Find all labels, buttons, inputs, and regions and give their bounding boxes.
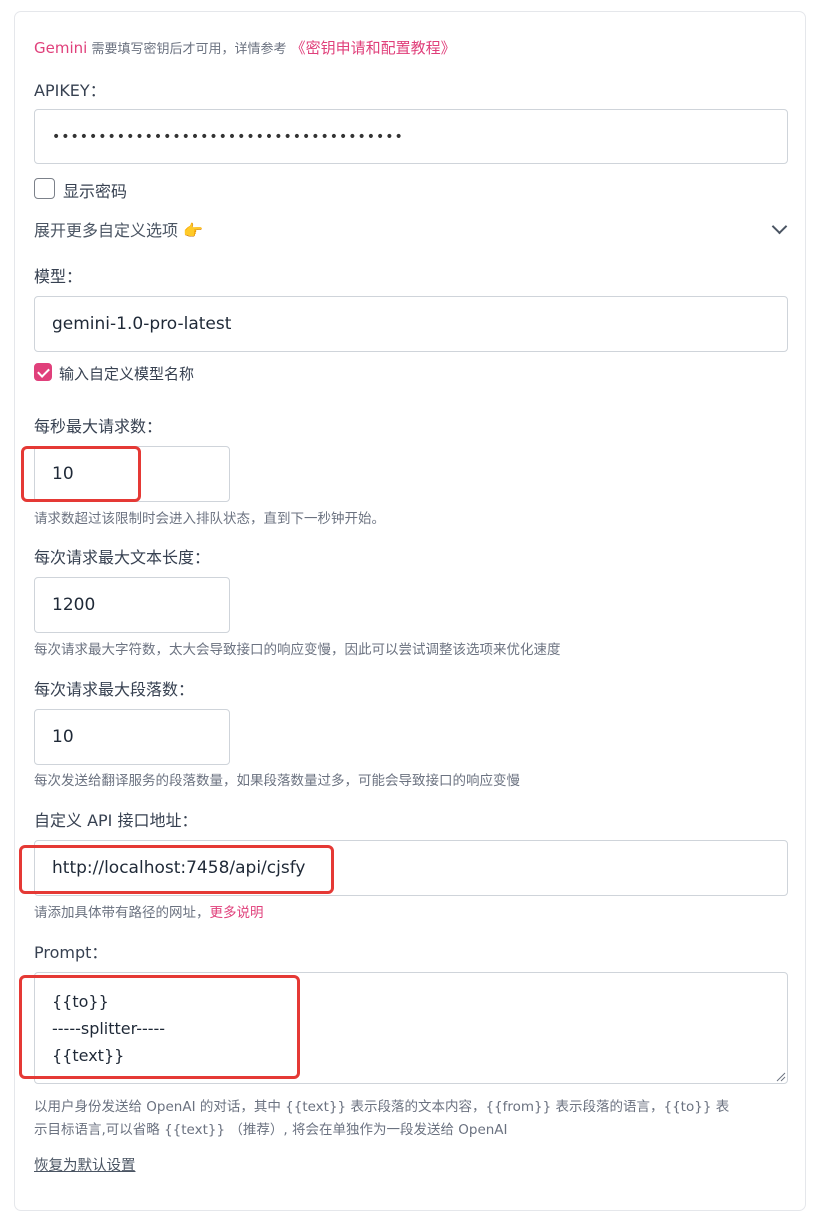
- max-text-length-input[interactable]: [34, 577, 230, 633]
- intro-message: 需要填写密钥后才可用，详情参考: [87, 42, 291, 57]
- max-text-length-label: 每次请求最大文本长度：: [34, 548, 211, 567]
- annotation-box-rps: [21, 446, 141, 502]
- intro-text: Gemini 需要填写密钥后才可用，详情参考 《密钥申请和配置教程》: [34, 37, 456, 58]
- api-url-help-text: 请添加具体带有路径的网址，: [34, 905, 210, 921]
- max-paragraphs-label: 每次请求最大段落数：: [34, 680, 195, 699]
- prompt-help: 以用户身份发送给 OpenAI 的对话，其中 {{text}} 表示段落的文本内…: [34, 1096, 729, 1142]
- more-info-link[interactable]: 更多说明: [210, 905, 264, 921]
- custom-model-checkbox[interactable]: [34, 363, 52, 381]
- prompt-help-line-1: 以用户身份发送给 OpenAI 的对话，其中 {{text}} 表示段落的文本内…: [34, 1099, 730, 1115]
- api-url-help: 请添加具体带有路径的网址，更多说明: [34, 901, 264, 921]
- max-text-length-help: 每次请求最大字符数，太大会导致接口的响应变慢，因此可以尝试调整该选项来优化速度: [34, 642, 561, 658]
- max-paragraphs-input[interactable]: [34, 709, 230, 765]
- model-label: 模型：: [34, 267, 83, 286]
- expand-options-toggle[interactable]: 展开更多自定义选项 👉: [34, 217, 203, 241]
- tutorial-link[interactable]: 《密钥申请和配置教程》: [291, 39, 456, 57]
- max-paragraphs-help: 每次发送给翻译服务的段落数量，如果段落数量过多，可能会导致接口的响应变慢: [34, 773, 520, 789]
- prompt-label: Prompt：: [34, 943, 108, 962]
- model-input[interactable]: [34, 296, 788, 352]
- brand-name: Gemini: [34, 39, 88, 57]
- reset-defaults-link[interactable]: 恢复为默认设置: [34, 1154, 136, 1175]
- annotation-box-api-url: [19, 845, 334, 894]
- rps-help: 请求数超过该限制时会进入排队状态，直到下一秒钟开始。: [34, 511, 385, 527]
- apikey-label: APIKEY：: [34, 81, 106, 100]
- resize-handle-icon[interactable]: [776, 1072, 786, 1082]
- rps-label: 每秒最大请求数：: [34, 417, 163, 436]
- show-password-label: 显示密码: [63, 182, 128, 201]
- prompt-help-line-2: 示目标语言,可以省略 {{text}} （推荐）, 将会在单独作为一段发送给 O…: [34, 1122, 508, 1138]
- api-url-label: 自定义 API 接口地址：: [34, 811, 198, 830]
- show-password-checkbox[interactable]: [34, 178, 55, 199]
- custom-model-label: 输入自定义模型名称: [59, 365, 195, 383]
- apikey-input[interactable]: ••••••••••••••••••••••••••••••••••••••: [34, 109, 788, 164]
- annotation-box-prompt: [19, 975, 300, 1079]
